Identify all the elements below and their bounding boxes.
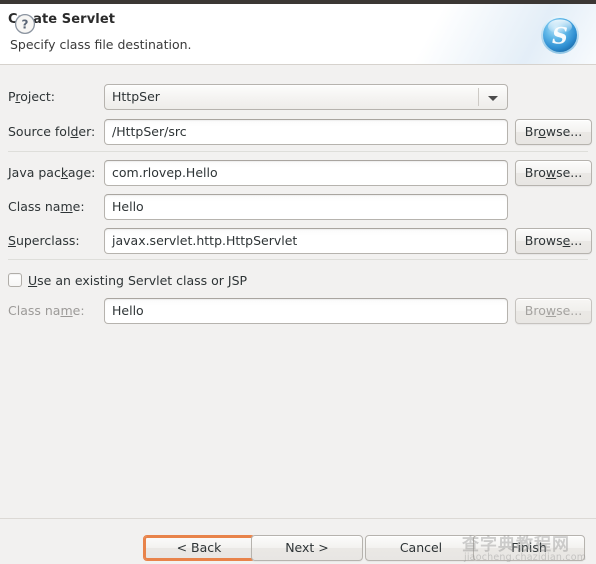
servlet-sphere-icon: S (540, 15, 580, 55)
source-folder-label: Source folder: (8, 124, 96, 139)
chevron-down-icon[interactable] (488, 96, 498, 101)
field-row-existing-class-name: Class name: Hello Browse... (0, 298, 596, 324)
back-button[interactable]: < Back (143, 535, 255, 561)
next-button[interactable]: Next > (251, 535, 363, 561)
field-row-java-package: Java package: com.rlovep.Hello Browse... (0, 160, 596, 186)
java-package-value: com.rlovep.Hello (112, 165, 218, 180)
existing-class-name-value: Hello (112, 303, 144, 318)
wizard-header: Create Servlet Specify class file destin… (0, 4, 596, 65)
field-row-superclass: Superclass: javax.servlet.http.HttpServl… (0, 228, 596, 254)
class-name-value: Hello (112, 199, 144, 214)
separator-2 (8, 259, 588, 260)
source-folder-browse-button[interactable]: Browse... (515, 119, 592, 145)
cancel-button[interactable]: Cancel (365, 535, 477, 561)
superclass-label: Superclass: (8, 233, 80, 248)
project-label: Project: (8, 89, 55, 104)
class-name-input[interactable]: Hello (104, 194, 508, 220)
field-row-project: Project: HttpSer (0, 84, 596, 110)
java-package-label: Java package: (8, 165, 96, 180)
project-combobox[interactable]: HttpSer (104, 84, 508, 110)
source-folder-value: /HttpSer/src (112, 124, 187, 139)
source-folder-input[interactable]: /HttpSer/src (104, 119, 508, 145)
superclass-browse-button[interactable]: Browse... (515, 228, 592, 254)
java-package-input[interactable]: com.rlovep.Hello (104, 160, 508, 186)
field-row-source-folder: Source folder: /HttpSer/src Browse... (0, 119, 596, 145)
wizard-body: Project: HttpSer Source folder: /HttpSer… (0, 66, 596, 518)
separator-1 (8, 151, 588, 152)
use-existing-servlet-checkbox[interactable] (8, 273, 22, 287)
use-existing-servlet-label[interactable]: Use an existing Servlet class or JSP (28, 269, 247, 295)
svg-text:S: S (552, 24, 568, 50)
page-subtitle: Specify class file destination. (10, 37, 192, 52)
help-question-icon[interactable]: ? (14, 13, 36, 35)
finish-button[interactable]: Finish (473, 535, 585, 561)
project-combobox-value: HttpSer (112, 89, 160, 104)
combobox-divider (478, 88, 479, 106)
existing-class-name-browse-button: Browse... (515, 298, 592, 324)
superclass-input[interactable]: javax.servlet.http.HttpServlet (104, 228, 508, 254)
class-name-label: Class name: (8, 199, 85, 214)
use-existing-servlet-row[interactable]: Use an existing Servlet class or JSP (0, 269, 596, 295)
field-row-class-name: Class name: Hello (0, 194, 596, 220)
existing-class-name-label: Class name: (8, 303, 85, 318)
svg-text:?: ? (22, 17, 29, 31)
superclass-value: javax.servlet.http.HttpServlet (112, 233, 298, 248)
java-package-browse-button[interactable]: Browse... (515, 160, 592, 186)
existing-class-name-input[interactable]: Hello (104, 298, 508, 324)
